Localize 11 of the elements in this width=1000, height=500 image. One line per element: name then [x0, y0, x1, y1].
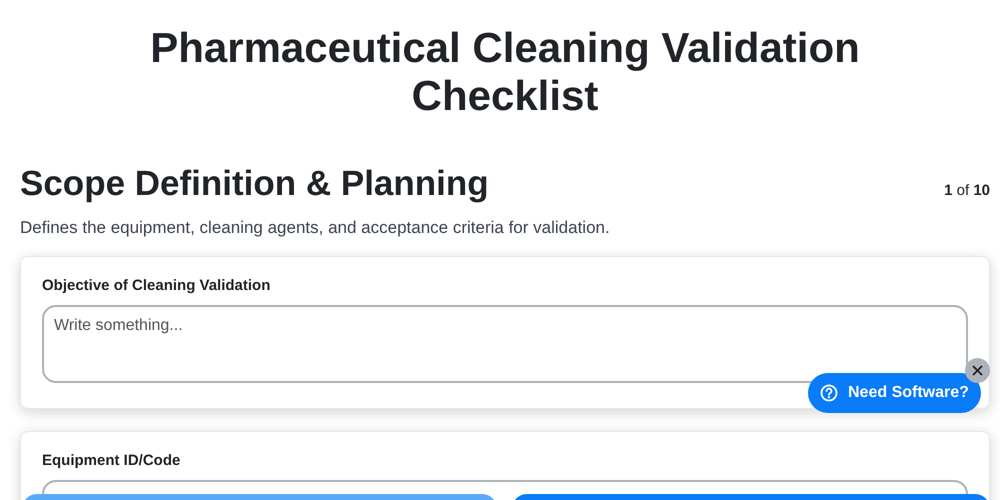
- close-icon: [972, 365, 983, 376]
- field-label: Equipment ID/Code: [42, 452, 182, 469]
- section-description: Defines the equipment, cleaning agents, and acceptance criteria for validation.: [20, 218, 611, 238]
- step-counter: 1 of 10: [944, 182, 990, 199]
- close-button[interactable]: [965, 358, 990, 383]
- question-icon: [820, 384, 838, 402]
- page-title: Pharmaceutical Cleaning Validation Checklist: [149, 24, 861, 120]
- section-heading: Scope Definition & Planning: [20, 164, 489, 204]
- field-label: Objective of Cleaning Validation: [42, 277, 272, 294]
- help-button[interactable]: Need Software?: [808, 373, 981, 413]
- text-area[interactable]: Write something...: [42, 305, 968, 383]
